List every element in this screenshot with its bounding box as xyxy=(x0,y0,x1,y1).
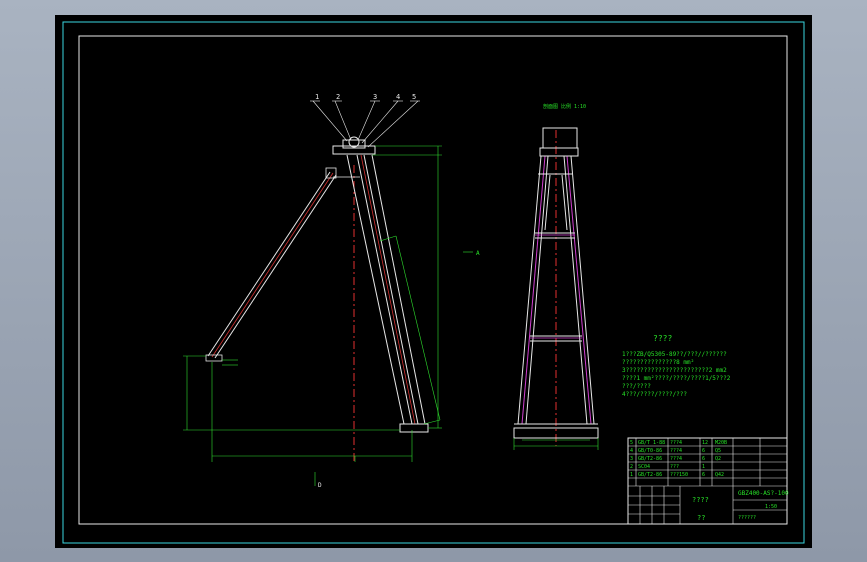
part-title: ???? xyxy=(692,496,709,504)
notes-line-3: 3???????????????????????2 mm2 xyxy=(622,367,727,374)
inclined-strut xyxy=(205,167,337,362)
title-block: 5 GB/T 1-88 ???4 12 M20B 4 GB/T0-86 ???4… xyxy=(627,437,789,525)
side-view: 剖面图 比例 1:10 xyxy=(513,103,599,450)
svg-text:2: 2 xyxy=(630,464,633,470)
svg-text:???4: ???4 xyxy=(670,440,682,446)
balloon-2: 2 xyxy=(336,93,340,101)
cad-viewport[interactable]: 1 2 3 4 5 A D 剖面图 比例 1:10 ???? 1???ZB/Q5… xyxy=(55,15,812,548)
balloon-5: 5 xyxy=(412,93,416,101)
svg-text:GB/T 1-88: GB/T 1-88 xyxy=(638,440,665,446)
bom-row-3: 3 GB/T2-86 ???4 6 Q2 xyxy=(630,456,721,462)
svg-text:6: 6 xyxy=(702,472,705,478)
svg-text:GB/T2-86: GB/T2-86 xyxy=(638,456,662,462)
technical-notes: ???? 1???ZB/Q5305-89??/???//?????? ?????… xyxy=(622,334,731,398)
notes-line-1: 1???ZB/Q5305-89??/???//?????? xyxy=(622,351,727,358)
notes-line-5: ???/???? xyxy=(622,383,651,390)
svg-text:SC04: SC04 xyxy=(638,464,650,470)
svg-text:???150: ???150 xyxy=(670,472,688,478)
drawing-canvas: 1 2 3 4 5 A D 剖面图 比例 1:10 ???? 1???ZB/Q5… xyxy=(62,21,805,544)
dim-a-mark: A xyxy=(476,250,480,257)
svg-text:???4: ???4 xyxy=(670,448,682,454)
drawing-number: GBZ400-AS?-100 xyxy=(738,490,789,497)
svg-text:5: 5 xyxy=(630,440,633,446)
svg-text:???4: ???4 xyxy=(670,456,682,462)
notes-line-6: 4???/????/????/??? xyxy=(622,391,687,398)
side-view-label: 剖面图 比例 1:10 xyxy=(543,103,586,110)
front-view: 1 2 3 4 5 A D xyxy=(183,93,480,489)
svg-text:Q5: Q5 xyxy=(715,448,721,454)
svg-text:6: 6 xyxy=(702,456,705,462)
svg-text:12: 12 xyxy=(702,440,708,446)
svg-text:6: 6 xyxy=(702,448,705,454)
balloon-1: 1 xyxy=(315,93,319,101)
bom-row-4: 4 GB/T0-86 ???4 6 Q5 xyxy=(630,448,721,454)
svg-text:1: 1 xyxy=(702,464,705,470)
company-name: ?????? xyxy=(738,515,756,521)
top-head xyxy=(332,136,376,155)
svg-text:GB/T2-86: GB/T2-86 xyxy=(638,472,662,478)
sheet-label: ?? xyxy=(697,514,705,522)
svg-text:4: 4 xyxy=(630,448,633,454)
svg-text:Q42: Q42 xyxy=(715,472,724,478)
svg-text:1: 1 xyxy=(630,472,633,478)
drawing-scale: 1:50 xyxy=(765,504,777,510)
dim-b-mark: D xyxy=(318,482,322,489)
bom-row-5: 5 GB/T 1-88 ???4 12 M20B xyxy=(630,440,727,446)
notes-title: ???? xyxy=(653,334,672,343)
main-leg xyxy=(333,154,429,433)
svg-text:???: ??? xyxy=(670,464,679,470)
side-head xyxy=(539,127,579,157)
dimension-lines xyxy=(183,145,473,486)
side-dims xyxy=(513,438,599,450)
svg-text:3: 3 xyxy=(630,456,633,462)
balloon-4: 4 xyxy=(396,93,400,101)
svg-text:GB/T0-86: GB/T0-86 xyxy=(638,448,662,454)
svg-text:M20B: M20B xyxy=(715,440,727,446)
notes-line-4: ????1 mm²????/????/????1/5???2 xyxy=(622,375,731,382)
balloon-3: 3 xyxy=(373,93,377,101)
sheet-outer-border xyxy=(62,21,805,544)
bom-row-1: 1 GB/T2-86 ???150 6 Q42 xyxy=(630,472,724,478)
svg-text:Q2: Q2 xyxy=(715,456,721,462)
notes-line-2: ???????????????8 mm² xyxy=(622,359,694,366)
bom-row-2: 2 SC04 ??? 1 xyxy=(630,464,705,470)
